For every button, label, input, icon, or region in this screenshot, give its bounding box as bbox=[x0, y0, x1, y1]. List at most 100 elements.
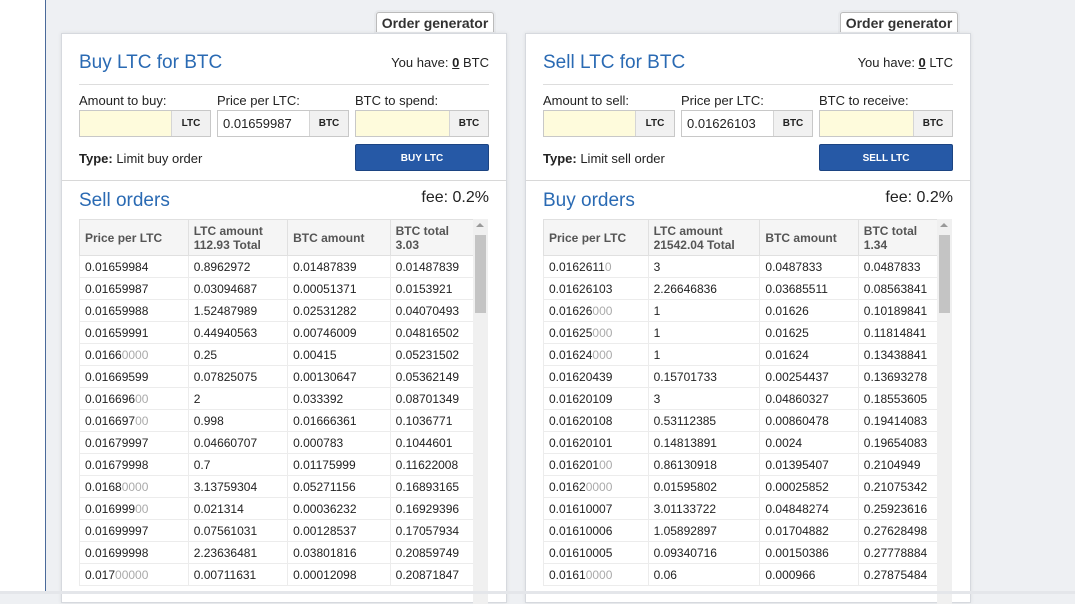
btc-amount-cell[interactable]: 0.01704882 bbox=[759, 519, 859, 542]
col-ltc-amount[interactable]: LTC amount 112.93 Total bbox=[187, 219, 289, 256]
table-row[interactable]: 0.01610007 3.01133722 0.04848274 0.25923616 bbox=[543, 497, 953, 520]
table-row[interactable]: 0.01669599 0.07825075 0.00130647 0.05362149 bbox=[79, 365, 489, 388]
price-cell[interactable]: 0.01620100 bbox=[543, 453, 649, 476]
btc-amount-cell[interactable]: 0.00130647 bbox=[287, 365, 391, 388]
price-cell[interactable]: 0.01626110 bbox=[543, 255, 649, 278]
table-row[interactable]: 0.01669600 2 0.033392 0.08701349 bbox=[79, 387, 489, 410]
table-row[interactable]: 0.01620100 0.86130918 0.01395407 0.2104949 bbox=[543, 453, 953, 476]
price-cell[interactable]: 0.01626000 bbox=[543, 299, 649, 322]
price-cell[interactable]: 0.01610007 bbox=[543, 497, 649, 520]
btc-amount-cell[interactable]: 0.00025852 bbox=[759, 475, 859, 498]
table-row[interactable]: 0.01659988 1.52487989 0.02531282 0.04070493 bbox=[79, 299, 489, 322]
table-row[interactable]: 0.01699997 0.07561031 0.00128537 0.17057934 bbox=[79, 519, 489, 542]
table-scrollbar[interactable] bbox=[473, 219, 488, 604]
btc-amount-cell[interactable]: 0.00860478 bbox=[759, 409, 859, 432]
table-row[interactable]: 0.01680000 3.13759304 0.05271156 0.16893165 bbox=[79, 475, 489, 498]
btc-amount-cell[interactable]: 0.00415 bbox=[287, 343, 391, 366]
table-row[interactable]: 0.01625000 1 0.01625 0.11814841 bbox=[543, 321, 953, 344]
ltc-amount-cell[interactable]: 1 bbox=[647, 299, 761, 322]
price-per-ltc-input[interactable]: 0.01659987 bbox=[218, 111, 310, 136]
table-row[interactable]: 0.01626110 3 0.0487833 0.0487833 bbox=[543, 255, 953, 278]
table-row[interactable]: 0.01620109 3 0.04860327 0.18553605 bbox=[543, 387, 953, 410]
table-row[interactable]: 0.01659987 0.03094687 0.00051371 0.0153921 bbox=[79, 277, 489, 300]
price-cell[interactable]: 0.01679997 bbox=[79, 431, 189, 454]
btc-amount-cell[interactable]: 0.033392 bbox=[287, 387, 391, 410]
ltc-amount-cell[interactable]: 2.26646836 bbox=[647, 277, 761, 300]
buy-ltc-button[interactable]: BUY LTC bbox=[355, 144, 489, 171]
btc-amount-cell[interactable]: 0.01624 bbox=[759, 343, 859, 366]
col-btc-amount[interactable]: BTC amount bbox=[759, 219, 859, 256]
price-cell[interactable]: 0.01659988 bbox=[79, 299, 189, 322]
btc-amount-cell[interactable]: 0.00128537 bbox=[287, 519, 391, 542]
ltc-amount-cell[interactable]: 0.15701733 bbox=[647, 365, 761, 388]
ltc-amount-cell[interactable]: 0.14813891 bbox=[647, 431, 761, 454]
table-row[interactable]: 0.01699998 2.23636481 0.03801816 0.20859749 bbox=[79, 541, 489, 564]
ltc-amount-cell[interactable]: 3.13759304 bbox=[187, 475, 289, 498]
btc-to-spend-input[interactable] bbox=[356, 111, 450, 136]
ltc-amount-cell[interactable]: 3 bbox=[647, 387, 761, 410]
ltc-amount-cell[interactable]: 0.25 bbox=[187, 343, 289, 366]
btc-amount-cell[interactable]: 0.00036232 bbox=[287, 497, 391, 520]
price-cell[interactable]: 0.01669700 bbox=[79, 409, 189, 432]
ltc-amount-cell[interactable]: 0.53112385 bbox=[647, 409, 761, 432]
table-row[interactable]: 0.01610006 1.05892897 0.01704882 0.27628498 bbox=[543, 519, 953, 542]
table-row[interactable]: 0.01620439 0.15701733 0.00254437 0.13693278 bbox=[543, 365, 953, 388]
ltc-amount-cell[interactable]: 2 bbox=[187, 387, 289, 410]
ltc-amount-cell[interactable]: 0.998 bbox=[187, 409, 289, 432]
price-cell[interactable]: 0.01669600 bbox=[79, 387, 189, 410]
ltc-amount-cell[interactable]: 0.03094687 bbox=[187, 277, 289, 300]
table-row[interactable]: 0.01610000 0.06 0.000966 0.27875484 bbox=[543, 563, 953, 586]
price-cell[interactable]: 0.01620000 bbox=[543, 475, 649, 498]
btc-amount-cell[interactable]: 0.01625 bbox=[759, 321, 859, 344]
btc-amount-cell[interactable]: 0.00012098 bbox=[287, 563, 391, 586]
scroll-thumb[interactable] bbox=[939, 235, 950, 313]
scroll-thumb[interactable] bbox=[475, 235, 486, 313]
table-scrollbar[interactable] bbox=[937, 219, 952, 604]
ltc-amount-cell[interactable]: 0.09340716 bbox=[647, 541, 761, 564]
ltc-amount-cell[interactable]: 0.07561031 bbox=[187, 519, 289, 542]
price-cell[interactable]: 0.01669599 bbox=[79, 365, 189, 388]
price-cell[interactable]: 0.01610000 bbox=[543, 563, 649, 586]
price-cell[interactable]: 0.01699997 bbox=[79, 519, 189, 542]
price-cell[interactable]: 0.01660000 bbox=[79, 343, 189, 366]
ltc-amount-cell[interactable]: 1.05892897 bbox=[647, 519, 761, 542]
price-cell[interactable]: 0.01620439 bbox=[543, 365, 649, 388]
price-cell[interactable]: 0.01700000 bbox=[79, 563, 189, 586]
btc-amount-cell[interactable]: 0.00051371 bbox=[287, 277, 391, 300]
table-row[interactable]: 0.01699900 0.021314 0.00036232 0.16929396 bbox=[79, 497, 489, 520]
col-ltc-amount[interactable]: LTC amount 21542.04 Total bbox=[647, 219, 761, 256]
ltc-amount-cell[interactable]: 0.00711631 bbox=[187, 563, 289, 586]
price-cell[interactable]: 0.01620109 bbox=[543, 387, 649, 410]
price-cell[interactable]: 0.01620108 bbox=[543, 409, 649, 432]
price-cell[interactable]: 0.01699900 bbox=[79, 497, 189, 520]
price-cell[interactable]: 0.01679998 bbox=[79, 453, 189, 476]
btc-amount-cell[interactable]: 0.00150386 bbox=[759, 541, 859, 564]
table-row[interactable]: 0.01679998 0.7 0.01175999 0.11622008 bbox=[79, 453, 489, 476]
price-cell[interactable]: 0.01680000 bbox=[79, 475, 189, 498]
btc-amount-cell[interactable]: 0.04860327 bbox=[759, 387, 859, 410]
btc-amount-cell[interactable]: 0.01175999 bbox=[287, 453, 391, 476]
ltc-amount-cell[interactable]: 0.44940563 bbox=[187, 321, 289, 344]
ltc-amount-cell[interactable]: 0.06 bbox=[647, 563, 761, 586]
table-row[interactable]: 0.01610005 0.09340716 0.00150386 0.27778884 bbox=[543, 541, 953, 564]
col-price-per-ltc[interactable]: Price per LTC bbox=[543, 219, 649, 256]
btc-to-receive-input[interactable] bbox=[820, 111, 914, 136]
ltc-amount-cell[interactable]: 0.86130918 bbox=[647, 453, 761, 476]
table-row[interactable]: 0.01626000 1 0.01626 0.10189841 bbox=[543, 299, 953, 322]
table-row[interactable]: 0.01620108 0.53112385 0.00860478 0.19414083 bbox=[543, 409, 953, 432]
table-row[interactable]: 0.01624000 1 0.01624 0.13438841 bbox=[543, 343, 953, 366]
ltc-amount-cell[interactable]: 0.07825075 bbox=[187, 365, 289, 388]
price-cell[interactable]: 0.01610005 bbox=[543, 541, 649, 564]
ltc-amount-cell[interactable]: 1 bbox=[647, 343, 761, 366]
table-row[interactable]: 0.01620000 0.01595802 0.00025852 0.21075342 bbox=[543, 475, 953, 498]
ltc-amount-cell[interactable]: 0.7 bbox=[187, 453, 289, 476]
btc-amount-cell[interactable]: 0.0024 bbox=[759, 431, 859, 454]
tab-order-generator-sell[interactable]: Order generator bbox=[840, 12, 958, 32]
table-row[interactable]: 0.01669700 0.998 0.01666361 0.1036771 bbox=[79, 409, 489, 432]
col-btc-amount[interactable]: BTC amount bbox=[287, 219, 391, 256]
price-cell[interactable]: 0.01610006 bbox=[543, 519, 649, 542]
btc-amount-cell[interactable]: 0.01395407 bbox=[759, 453, 859, 476]
price-cell[interactable]: 0.01659984 bbox=[79, 255, 189, 278]
btc-amount-cell[interactable]: 0.04848274 bbox=[759, 497, 859, 520]
table-row[interactable]: 0.01659984 0.8962972 0.01487839 0.01487839 bbox=[79, 255, 489, 278]
